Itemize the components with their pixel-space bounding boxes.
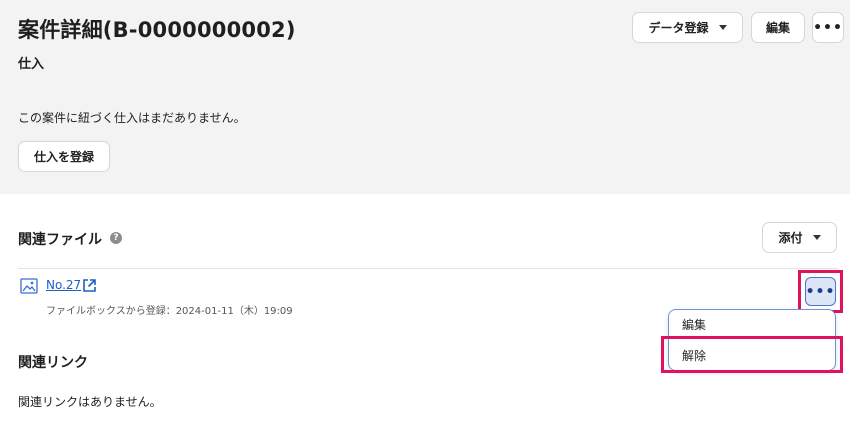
menu-item-edit[interactable]: 編集	[682, 316, 706, 333]
chevron-down-icon	[812, 235, 821, 240]
file-link[interactable]: No.27	[46, 278, 81, 292]
image-file-icon	[20, 278, 38, 294]
attach-button[interactable]: 添付	[762, 222, 837, 253]
purchase-empty-message: この案件に紐づく仕入はまだありません。	[18, 111, 246, 125]
related-links-title: 関連リンク	[18, 355, 88, 371]
chevron-down-icon	[718, 25, 727, 30]
more-options-button[interactable]: •••	[812, 12, 844, 43]
highlight-unlink-item	[661, 336, 843, 373]
register-purchase-button[interactable]: 仕入を登録	[18, 141, 110, 172]
attach-label: 添付	[778, 231, 803, 245]
file-meta: ファイルボックスから登録：2024-01-11（木）19:09	[46, 306, 293, 317]
related-files-title: 関連ファイル	[18, 232, 102, 248]
data-register-button[interactable]: データ登録	[632, 12, 743, 43]
related-links-empty-message: 関連リンクはありません。	[18, 395, 162, 409]
more-dots-icon: •••	[813, 19, 843, 36]
highlight-more-button	[798, 270, 843, 313]
page-title: 案件詳細(B-0000000002)	[18, 18, 296, 42]
page-header: 案件詳細(B-0000000002) データ登録 編集 •••	[0, 0, 850, 57]
edit-button[interactable]: 編集	[751, 12, 805, 43]
external-link-icon[interactable]	[82, 278, 97, 293]
data-register-label: データ登録	[648, 21, 709, 35]
help-icon[interactable]: ?	[110, 232, 122, 244]
divider	[18, 268, 838, 269]
purchase-title: 仕入	[18, 57, 45, 72]
